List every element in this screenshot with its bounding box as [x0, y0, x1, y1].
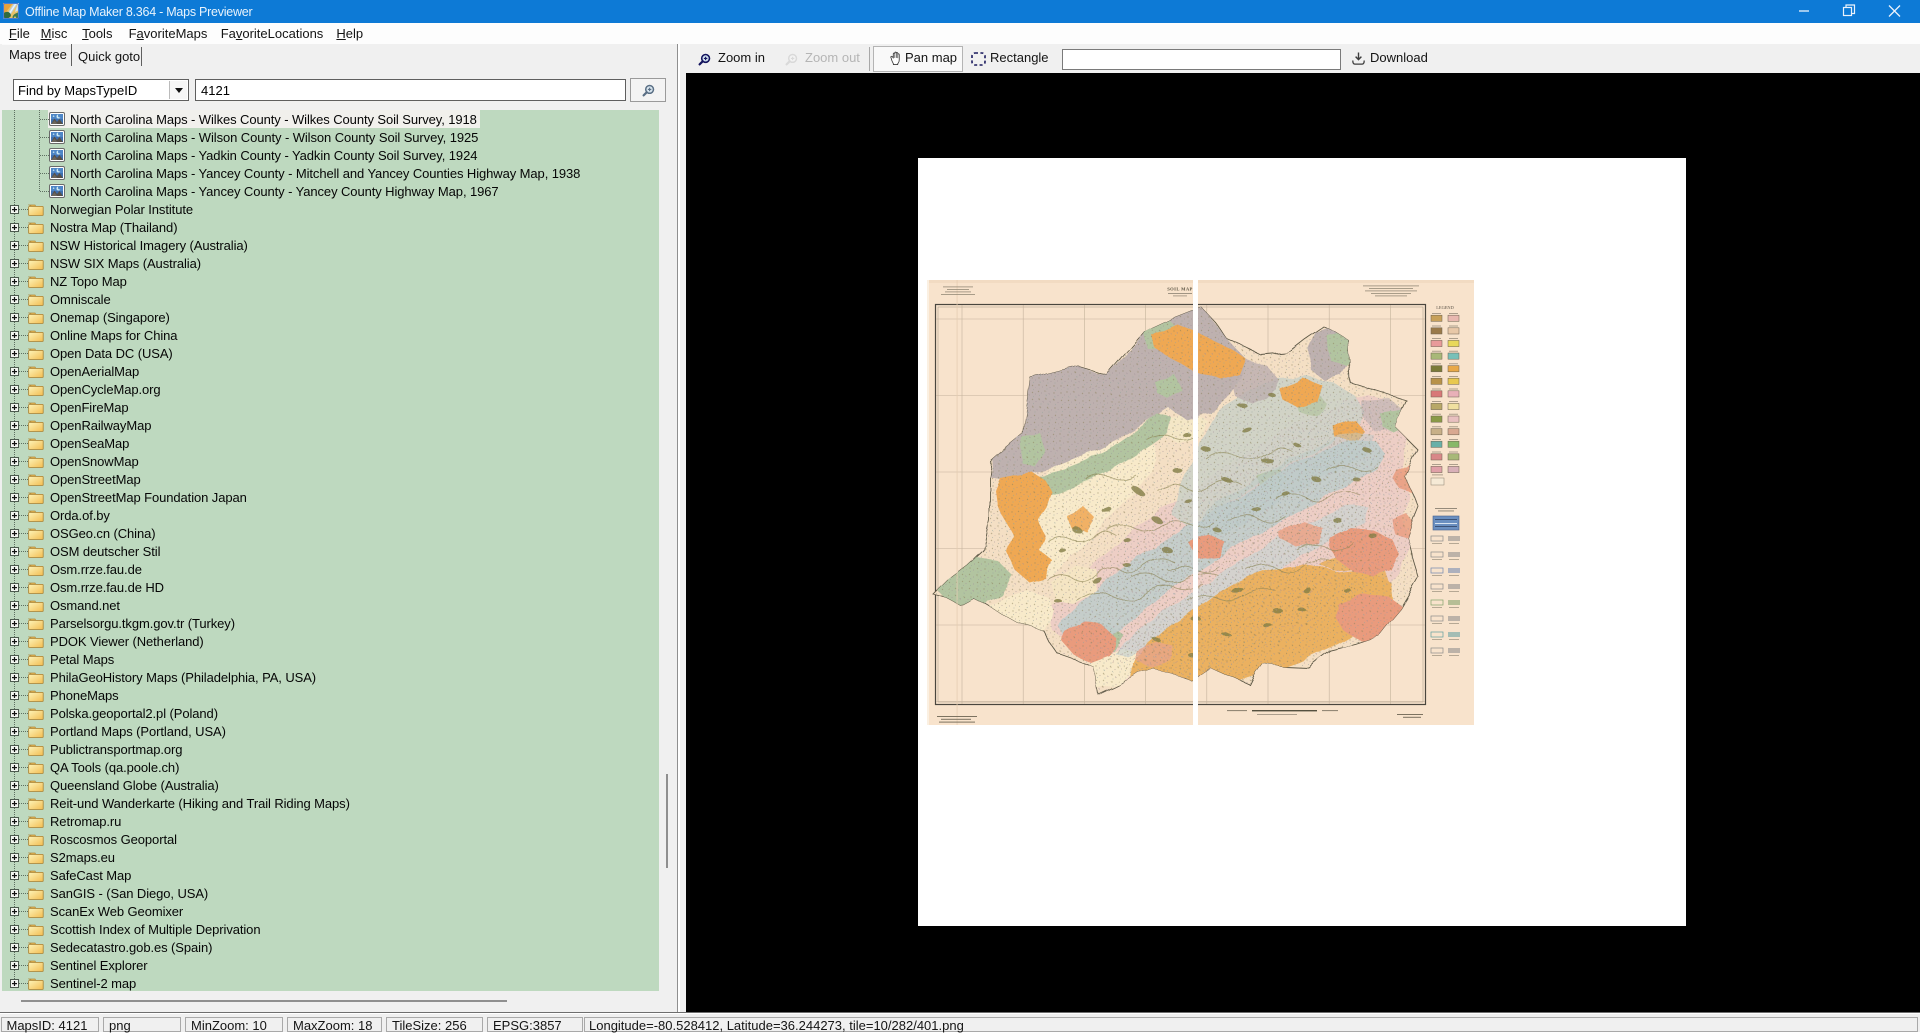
svg-text:SOIL MAP: SOIL MAP [1167, 287, 1193, 292]
svg-text:LEGEND: LEGEND [1436, 305, 1454, 310]
